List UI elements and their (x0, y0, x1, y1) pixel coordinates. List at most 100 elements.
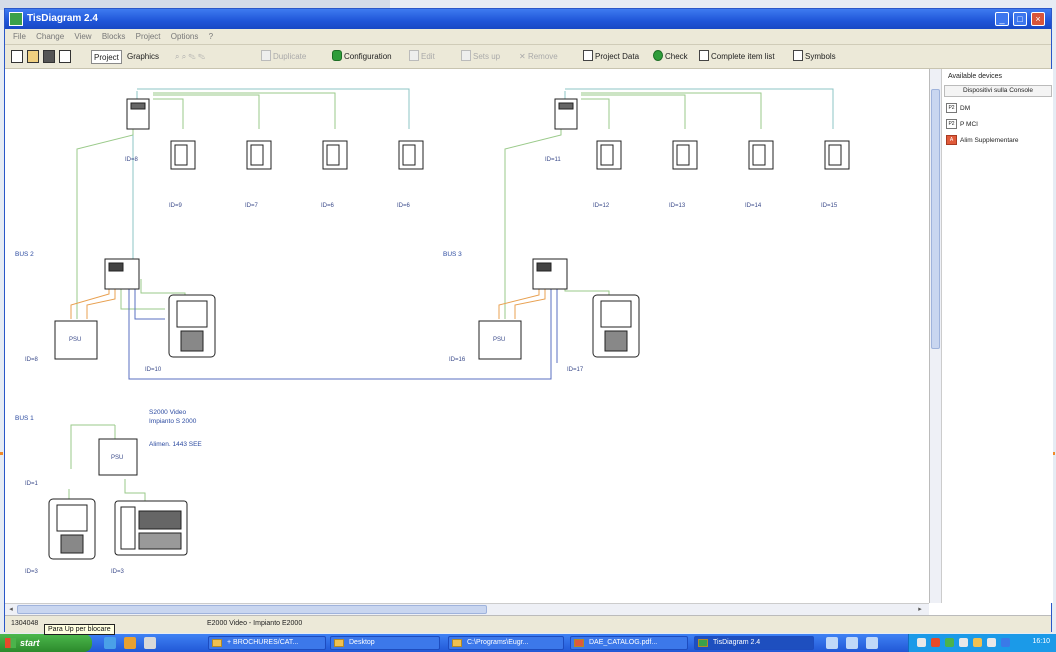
check-button[interactable]: Check (653, 50, 688, 64)
app-icon (9, 12, 23, 26)
project-button[interactable]: Project (91, 50, 122, 64)
app-window: TisDiagram 2.4 _ □ × File Change View Bl… (4, 8, 1053, 633)
tray-icon[interactable] (931, 638, 940, 647)
close-button[interactable]: × (1031, 12, 1045, 26)
tray-icon[interactable] (973, 638, 982, 647)
zoom-tools[interactable]: ⌕ ⌕ ✎ ✎ (175, 50, 205, 64)
bus-interface-display (108, 262, 124, 272)
tray-icon[interactable] (917, 638, 926, 647)
menu-options[interactable]: Options (171, 32, 199, 41)
taskbar: start + BROCHURES/CAT... Desktop C:\Prog… (0, 634, 1056, 652)
menu-help[interactable]: ? (209, 32, 213, 41)
horizontal-scroll-thumb[interactable] (17, 605, 487, 614)
save-icon[interactable] (43, 50, 55, 63)
device-id-label: ID=7 (245, 203, 258, 209)
edit-button[interactable]: Edit (409, 50, 435, 64)
task-label: Desktop (349, 639, 375, 646)
console-handset (120, 506, 136, 550)
tray-icon[interactable] (959, 638, 968, 647)
monitor-screen (676, 144, 690, 166)
scroll-left-arrow-icon[interactable]: ◂ (6, 605, 16, 614)
menu-blocks[interactable]: Blocks (102, 32, 126, 41)
task-icon (698, 639, 708, 647)
minimize-button[interactable]: _ (995, 12, 1009, 26)
task-brochures[interactable]: + BROCHURES/CAT... (208, 636, 326, 650)
panel-header: Dispositivi sulla Console (944, 85, 1052, 97)
menu-view[interactable]: View (74, 32, 91, 41)
tooltip: Para Up per blocare (44, 624, 115, 635)
entry-panel-screen (176, 300, 208, 328)
print-preview-icon[interactable] (59, 50, 71, 63)
remove-button[interactable]: ✕ Remove (519, 50, 558, 64)
maximize-button[interactable]: □ (1013, 12, 1027, 26)
task-desktop[interactable]: Desktop (330, 636, 440, 650)
setup-label: Sets up (473, 52, 501, 61)
monitor-screen (174, 144, 188, 166)
diagram-canvas[interactable]: ID=8 ID=9 ID=7 ID=6 ID=6 ID=11 ID=12 ID=… (5, 69, 929, 603)
start-button[interactable]: start (0, 634, 92, 652)
wire (124, 479, 146, 501)
horizontal-scrollbar[interactable]: ◂ ▸ (5, 603, 929, 615)
task-catalog-pdf[interactable]: DAE_CATALOG.pdf... (570, 636, 688, 650)
new-file-icon[interactable] (11, 50, 23, 63)
configuration-label: Configuration (344, 52, 392, 61)
menu-bar: File Change View Blocks Project Options … (5, 29, 1051, 45)
project-data-button[interactable]: Project Data (583, 50, 639, 64)
duplicate-button[interactable]: Duplicate (261, 50, 306, 64)
symbols-button[interactable]: Symbols (793, 50, 836, 64)
task-programs[interactable]: C:\Programs\Eugr... (448, 636, 564, 650)
menu-project[interactable]: Project (136, 32, 161, 41)
device-badge: P2 (946, 119, 957, 129)
setup-button[interactable]: Sets up (461, 50, 500, 64)
title-bar[interactable]: TisDiagram 2.4 _ □ × (5, 9, 1051, 29)
graphics-button[interactable]: Graphics (127, 50, 159, 64)
device-id-label: ID=8 (25, 357, 38, 363)
device-item-label: P MCI (960, 121, 978, 128)
tray-icon[interactable] (1001, 638, 1010, 647)
toolbar-icon[interactable] (846, 637, 858, 649)
device-item-dm[interactable]: P2 DM (946, 103, 970, 115)
tray-icon[interactable] (945, 638, 954, 647)
device-text: PSU (111, 455, 124, 461)
device-item-pmci[interactable]: P2 P MCI (946, 119, 978, 131)
quicklaunch-media-icon[interactable] (124, 637, 136, 649)
menu-change[interactable]: Change (36, 32, 64, 41)
complete-item-list-button[interactable]: Complete item list (699, 50, 775, 64)
device-badge: A (946, 135, 957, 145)
task-tisdiagram[interactable]: TisDiagram 2.4 (694, 636, 814, 650)
task-icon (212, 639, 222, 647)
bus-label: BUS 3 (443, 251, 462, 258)
device-id-label: ID=9 (169, 203, 182, 209)
monitor-screen (752, 144, 766, 166)
wire (581, 94, 686, 129)
device-item-alim[interactable]: A Alim Supplementare (946, 135, 1019, 147)
toolbar-icon[interactable] (826, 637, 838, 649)
wire (581, 92, 762, 129)
panel-scrollbar[interactable] (930, 69, 942, 603)
device-id-label: ID=6 (397, 203, 410, 209)
quicklaunch-ie-icon[interactable] (104, 637, 116, 649)
tray-icon[interactable] (987, 638, 996, 647)
device-id-label: ID=10 (145, 367, 162, 373)
task-label: + BROCHURES/CAT... (227, 639, 299, 646)
status-bar: 1304048 E2000 Video - Impianto E2000 (5, 615, 1051, 633)
project-data-icon (583, 50, 593, 61)
check-label: Check (665, 52, 688, 61)
edit-label: Edit (421, 52, 435, 61)
wiring-diagram (48, 88, 850, 560)
open-folder-icon[interactable] (27, 50, 39, 63)
device-id-label: ID=8 (125, 157, 138, 163)
remove-icon: ✕ (519, 52, 528, 61)
device-badge: P2 (946, 103, 957, 113)
panel-scroll-thumb[interactable] (931, 89, 940, 349)
device-id-label: ID=1 (25, 481, 38, 487)
monitor-screen (250, 144, 264, 166)
menu-file[interactable]: File (13, 32, 26, 41)
quicklaunch-desktop-icon[interactable] (144, 637, 156, 649)
toolbar-icon[interactable] (866, 637, 878, 649)
scroll-right-arrow-icon[interactable]: ▸ (915, 605, 925, 614)
configuration-button[interactable]: Configuration (332, 50, 392, 64)
duplicate-icon (261, 50, 271, 61)
device-id-label: ID=14 (745, 203, 762, 209)
entry-panel-screen (600, 300, 632, 328)
